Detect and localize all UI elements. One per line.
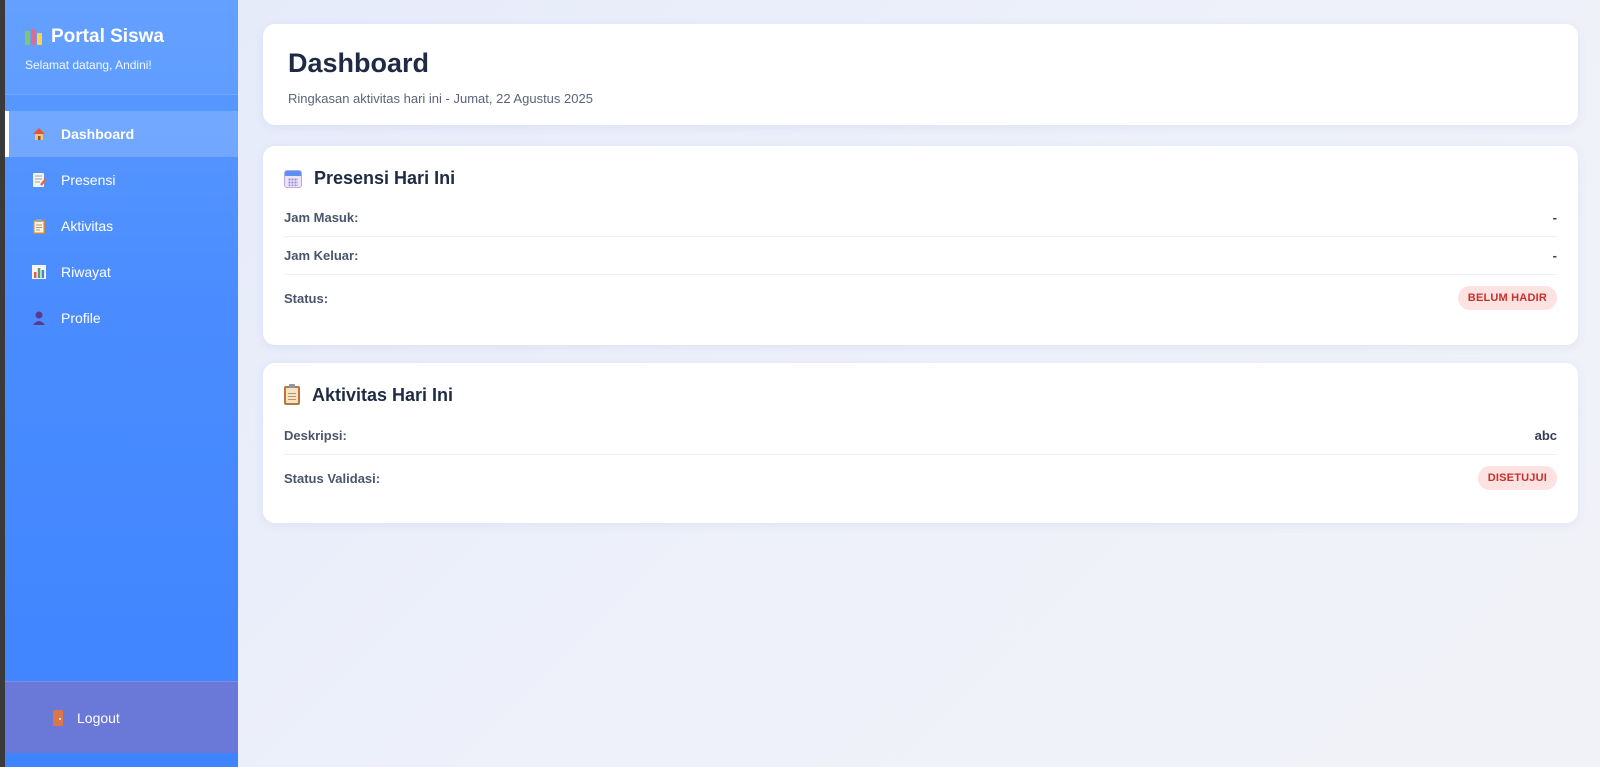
user-icon — [31, 310, 47, 326]
sidebar-item-riwayat[interactable]: Riwayat — [5, 249, 238, 295]
sidebar-item-label: Riwayat — [61, 264, 111, 280]
row-label: Jam Masuk: — [284, 210, 359, 225]
welcome-text: Selamat datang, Andini! — [25, 58, 152, 72]
main-content: Dashboard Ringkasan aktivitas hari ini -… — [238, 0, 1600, 767]
logout-button[interactable]: Logout — [5, 681, 238, 753]
presensi-row-status: Status: BELUM HADIR — [284, 275, 1557, 321]
bar-chart-icon — [31, 264, 47, 280]
row-value: abc — [1534, 428, 1557, 443]
row-label: Deskripsi: — [284, 428, 347, 443]
sidebar-nav: Dashboard Presensi Aktivitas Riwayat Pro… — [5, 111, 238, 341]
sidebar-item-profile[interactable]: Profile — [5, 295, 238, 341]
presensi-card: Presensi Hari Ini Jam Masuk: - Jam Kelua… — [263, 146, 1578, 345]
row-value: - — [1552, 248, 1557, 263]
aktivitas-row-deskripsi: Deskripsi: abc — [284, 417, 1557, 455]
books-icon — [25, 29, 45, 45]
page-subtitle: Ringkasan aktivitas hari ini - Jumat, 22… — [288, 91, 593, 106]
presensi-title: Presensi Hari Ini — [314, 168, 456, 188]
sidebar-item-label: Profile — [61, 310, 101, 326]
presensi-row-jam-masuk: Jam Masuk: - — [284, 199, 1557, 237]
clipboard-icon — [284, 384, 300, 405]
home-icon — [31, 126, 47, 142]
presensi-rows: Jam Masuk: - Jam Keluar: - Status: BELUM… — [284, 199, 1557, 321]
sidebar-item-presensi[interactable]: Presensi — [5, 157, 238, 203]
sidebar-item-aktivitas[interactable]: Aktivitas — [5, 203, 238, 249]
sidebar-item-label: Dashboard — [61, 126, 135, 142]
logout-label: Logout — [77, 709, 120, 726]
row-value: - — [1552, 210, 1557, 225]
row-label: Status: — [284, 290, 329, 306]
status-badge: BELUM HADIR — [1457, 286, 1557, 310]
brand-title: Portal Siswa — [51, 26, 164, 47]
brand-title-row: Portal Siswa — [25, 26, 218, 48]
aktivitas-rows: Deskripsi: abc Status Validasi: DISETUJU… — [284, 417, 1557, 501]
calendar-icon — [284, 169, 302, 188]
sidebar-item-dashboard[interactable]: Dashboard — [5, 111, 238, 157]
row-label: Jam Keluar: — [284, 248, 359, 263]
clipboard-icon — [31, 218, 47, 234]
page-header: Dashboard Ringkasan aktivitas hari ini -… — [263, 24, 1578, 125]
aktivitas-title: Aktivitas Hari Ini — [312, 385, 454, 405]
row-label: Status Validasi: — [284, 470, 381, 486]
memo-icon — [31, 172, 47, 188]
app-frame: Portal Siswa Selamat datang, Andini! Das… — [5, 0, 1600, 767]
page-title: Dashboard — [288, 48, 430, 78]
sidebar-item-label: Aktivitas — [61, 218, 114, 234]
brand: Portal Siswa Selamat datang, Andini! — [5, 0, 238, 95]
presensi-row-jam-keluar: Jam Keluar: - — [284, 237, 1557, 275]
sidebar-item-label: Presensi — [61, 172, 116, 188]
aktivitas-card: Aktivitas Hari Ini Deskripsi: abc Status… — [263, 363, 1578, 523]
sidebar: Portal Siswa Selamat datang, Andini! Das… — [5, 0, 238, 767]
door-icon — [53, 709, 63, 726]
aktivitas-header: Aktivitas Hari Ini — [284, 383, 1557, 408]
aktivitas-row-status-validasi: Status Validasi: DISETUJUI — [284, 455, 1557, 501]
presensi-header: Presensi Hari Ini — [284, 166, 1557, 191]
validation-badge: DISETUJUI — [1477, 466, 1557, 490]
